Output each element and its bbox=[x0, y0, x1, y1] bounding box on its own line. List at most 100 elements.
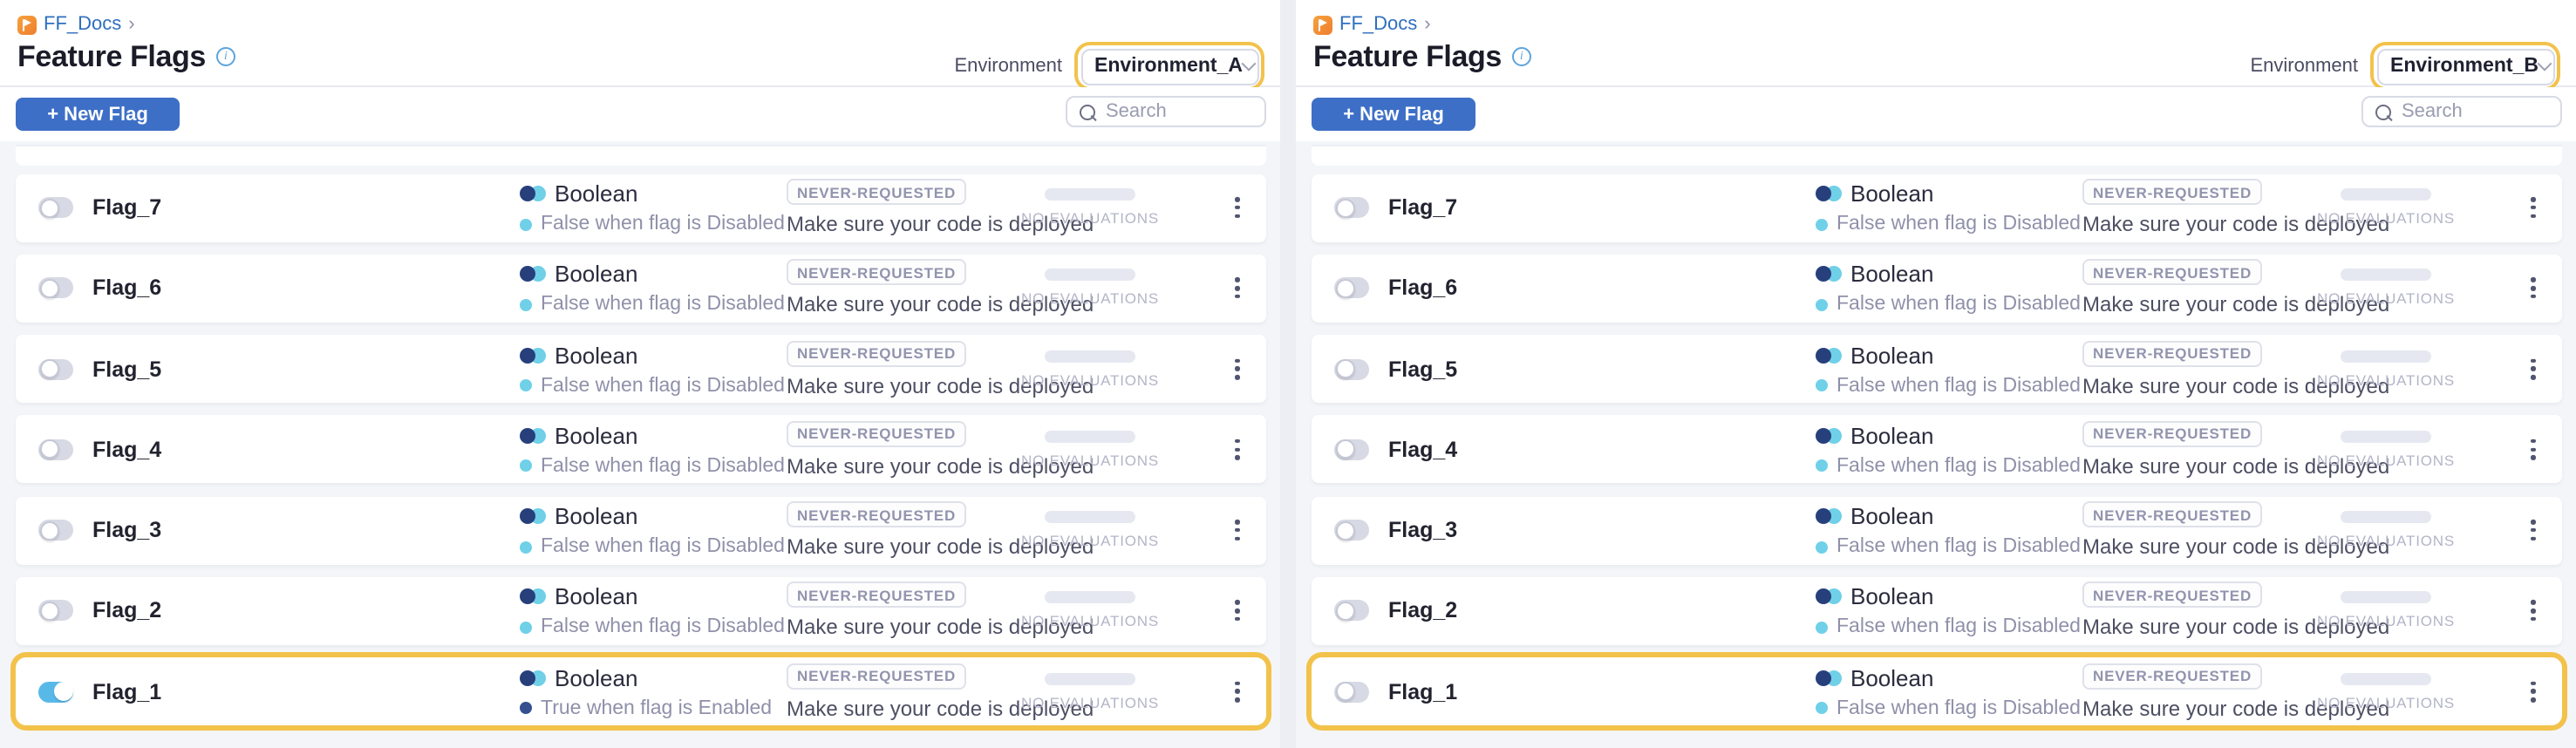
environment-select[interactable]: Environment_A bbox=[1080, 48, 1258, 85]
flag-row[interactable]: Flag_5 Boolean False when flag is Disabl… bbox=[16, 335, 1266, 403]
flag-toggle[interactable] bbox=[1334, 439, 1369, 460]
boolean-type-icon bbox=[1816, 346, 1842, 364]
flag-toggle[interactable] bbox=[38, 439, 73, 460]
variation-dot-icon bbox=[520, 702, 532, 714]
variation-dot-icon bbox=[1816, 379, 1828, 391]
flag-row[interactable]: Flag_4 Boolean False when flag is Disabl… bbox=[1312, 416, 2562, 484]
flag-toggle[interactable] bbox=[38, 601, 73, 622]
row-menu-button[interactable] bbox=[1230, 514, 1245, 546]
flag-toggle[interactable] bbox=[38, 358, 73, 379]
flag-row[interactable]: Flag_2 Boolean False when flag is Disabl… bbox=[1312, 577, 2562, 645]
row-menu-button[interactable] bbox=[2526, 676, 2541, 707]
toggle-knob bbox=[39, 520, 58, 540]
new-flag-button[interactable]: + New Flag bbox=[1312, 98, 1475, 131]
evaluations-bar bbox=[2341, 431, 2431, 443]
variation-dot-icon bbox=[520, 218, 532, 230]
flag-name[interactable]: Flag_2 bbox=[92, 599, 161, 623]
flag-toggle[interactable] bbox=[38, 278, 73, 299]
evaluations-label: NO EVALUATIONS bbox=[1021, 613, 1159, 630]
search-box[interactable] bbox=[1066, 96, 1266, 127]
flag-name[interactable]: Flag_5 bbox=[92, 357, 161, 381]
evaluations-label: NO EVALUATIONS bbox=[1021, 532, 1159, 549]
flag-toggle[interactable] bbox=[1334, 601, 1369, 622]
flag-toggle[interactable] bbox=[38, 681, 73, 702]
variation-text: False when flag is Disabled bbox=[541, 536, 785, 557]
flag-name[interactable]: Flag_1 bbox=[1388, 679, 1457, 704]
flag-row[interactable]: Flag_3 Boolean False when flag is Disabl… bbox=[16, 496, 1266, 564]
row-menu-button[interactable] bbox=[1230, 353, 1245, 384]
row-menu-button[interactable] bbox=[2526, 272, 2541, 303]
flag-toggle[interactable] bbox=[1334, 197, 1369, 218]
row-menu-button[interactable] bbox=[2526, 353, 2541, 384]
evaluations-bar bbox=[1045, 188, 1135, 201]
chevron-down-icon bbox=[2537, 57, 2552, 71]
search-box[interactable] bbox=[2361, 96, 2562, 127]
flag-type: Boolean bbox=[555, 503, 637, 529]
row-menu-button[interactable] bbox=[2526, 192, 2541, 223]
flag-name[interactable]: Flag_7 bbox=[1388, 195, 1457, 220]
flag-name[interactable]: Flag_4 bbox=[1388, 438, 1457, 462]
row-menu-button[interactable] bbox=[1230, 272, 1245, 303]
flag-row[interactable]: Flag_2 Boolean False when flag is Disabl… bbox=[16, 577, 1266, 645]
flag-toggle[interactable] bbox=[1334, 358, 1369, 379]
search-input[interactable] bbox=[2398, 99, 2545, 124]
boolean-type-icon bbox=[1816, 185, 1842, 202]
variation-text: False when flag is Disabled bbox=[541, 295, 785, 316]
flag-toggle[interactable] bbox=[38, 197, 73, 218]
flag-toggle[interactable] bbox=[1334, 520, 1369, 541]
evaluations-label: NO EVALUATIONS bbox=[1021, 452, 1159, 469]
flag-row[interactable]: Flag_7 Boolean False when flag is Disabl… bbox=[1312, 173, 2562, 241]
new-flag-button[interactable]: + New Flag bbox=[16, 98, 180, 131]
flag-row[interactable]: Flag_3 Boolean False when flag is Disabl… bbox=[1312, 496, 2562, 564]
flag-row[interactable]: Flag_6 Boolean False when flag is Disabl… bbox=[16, 255, 1266, 323]
breadcrumb-project-link[interactable]: FF_Docs bbox=[44, 14, 121, 35]
row-menu-button[interactable] bbox=[2526, 514, 2541, 546]
flag-name[interactable]: Flag_4 bbox=[92, 438, 161, 462]
breadcrumb-project-link[interactable]: FF_Docs bbox=[1339, 14, 1417, 35]
boolean-type-icon bbox=[520, 669, 546, 686]
info-icon[interactable]: i bbox=[216, 47, 235, 66]
flag-type: Boolean bbox=[1850, 423, 1933, 449]
flag-toggle[interactable] bbox=[1334, 681, 1369, 702]
flag-row[interactable]: Flag_5 Boolean False when flag is Disabl… bbox=[1312, 335, 2562, 403]
boolean-type-icon bbox=[520, 185, 546, 202]
flag-row[interactable]: Flag_4 Boolean False when flag is Disabl… bbox=[16, 416, 1266, 484]
flag-name[interactable]: Flag_6 bbox=[92, 276, 161, 301]
evaluations-bar bbox=[2341, 592, 2431, 604]
flag-name[interactable]: Flag_3 bbox=[1388, 518, 1457, 542]
flag-name[interactable]: Flag_1 bbox=[92, 679, 161, 704]
toggle-knob bbox=[1335, 520, 1354, 540]
variation-text: False when flag is Disabled bbox=[1837, 375, 2081, 396]
evaluations-bar bbox=[2341, 511, 2431, 523]
row-menu-button[interactable] bbox=[1230, 595, 1245, 626]
environment-select[interactable]: Environment_B bbox=[2376, 48, 2554, 85]
flag-row[interactable]: Flag_7 Boolean False when flag is Disabl… bbox=[16, 173, 1266, 241]
variation-dot-icon bbox=[520, 622, 532, 634]
evaluations-label: NO EVALUATIONS bbox=[2317, 209, 2455, 227]
evaluations-label: NO EVALUATIONS bbox=[1021, 290, 1159, 308]
variation-text: True when flag is Enabled bbox=[541, 697, 772, 718]
flag-name[interactable]: Flag_5 bbox=[1388, 357, 1457, 381]
flag-toggle[interactable] bbox=[1334, 278, 1369, 299]
flag-row[interactable]: Flag_1 Boolean False when flag is Disabl… bbox=[1312, 657, 2562, 725]
row-menu-button[interactable] bbox=[2526, 595, 2541, 626]
row-menu-button[interactable] bbox=[1230, 676, 1245, 707]
status-badge: NEVER-REQUESTED bbox=[2082, 663, 2262, 689]
search-icon bbox=[2375, 104, 2391, 119]
row-menu-button[interactable] bbox=[1230, 192, 1245, 223]
row-menu-button[interactable] bbox=[2526, 433, 2541, 465]
flag-row[interactable]: Flag_1 Boolean True when flag is Enabled… bbox=[16, 657, 1266, 725]
flag-toggle[interactable] bbox=[38, 520, 73, 541]
info-icon[interactable]: i bbox=[1512, 47, 1531, 66]
flag-name[interactable]: Flag_2 bbox=[1388, 599, 1457, 623]
row-menu-button[interactable] bbox=[1230, 433, 1245, 465]
boolean-type-icon bbox=[1816, 427, 1842, 445]
flag-name[interactable]: Flag_3 bbox=[92, 518, 161, 542]
flag-type: Boolean bbox=[555, 180, 637, 207]
evaluations-bar bbox=[1045, 350, 1135, 362]
search-input[interactable] bbox=[1102, 99, 1249, 124]
status-badge: NEVER-REQUESTED bbox=[2082, 582, 2262, 609]
flag-name[interactable]: Flag_6 bbox=[1388, 276, 1457, 301]
flag-row[interactable]: Flag_6 Boolean False when flag is Disabl… bbox=[1312, 255, 2562, 323]
flag-name[interactable]: Flag_7 bbox=[92, 195, 161, 220]
